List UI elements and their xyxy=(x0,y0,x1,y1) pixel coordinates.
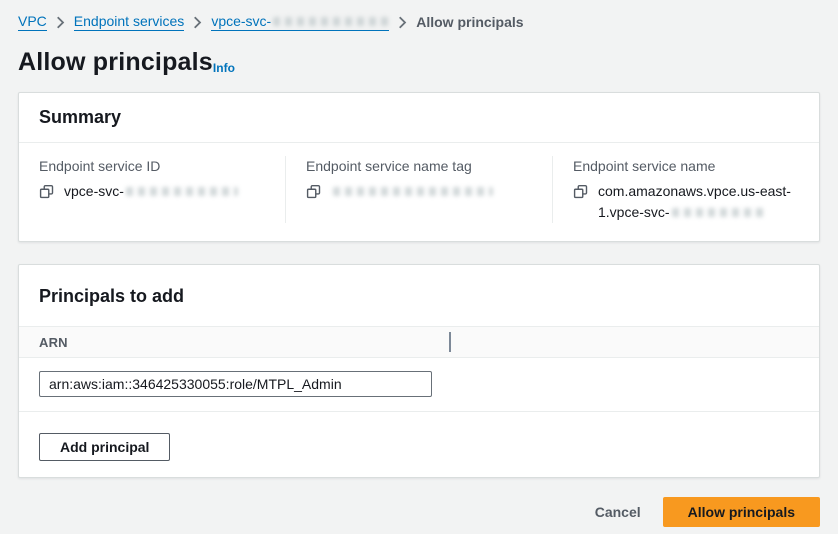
breadcrumb-vpc-link[interactable]: VPC xyxy=(18,13,47,31)
field-label: Endpoint service name tag xyxy=(306,156,532,176)
endpoint-service-name-tag-value xyxy=(331,181,493,202)
redacted-text xyxy=(126,187,238,196)
redacted-text xyxy=(333,187,493,196)
field-label: Endpoint service ID xyxy=(39,156,265,176)
summary-card-header: Summary xyxy=(19,93,819,143)
summary-field-endpoint-service-name-tag: Endpoint service name tag xyxy=(285,156,552,223)
allow-principals-page: VPC Endpoint services vpce-svc- Allow pr… xyxy=(0,0,838,527)
principals-to-add-card: Principals to add ARN Add principal xyxy=(18,264,820,478)
summary-title: Summary xyxy=(39,107,799,128)
principals-title: Principals to add xyxy=(39,286,799,307)
chevron-right-icon xyxy=(56,16,65,29)
endpoint-service-name-value: com.amazonaws.vpce.us-east-1.vpce-svc- xyxy=(598,181,799,223)
principals-card-footer: Add principal xyxy=(19,411,819,477)
endpoint-service-id-value: vpce-svc- xyxy=(64,181,238,202)
form-actions: Cancel Allow principals xyxy=(18,497,820,527)
chevron-right-icon xyxy=(398,16,407,29)
breadcrumb: VPC Endpoint services vpce-svc- Allow pr… xyxy=(18,13,820,31)
field-label: Endpoint service name xyxy=(573,156,799,176)
summary-field-endpoint-service-id: Endpoint service ID vpce-svc- xyxy=(19,156,285,223)
copy-icon[interactable] xyxy=(573,184,588,223)
breadcrumb-current-page: Allow principals xyxy=(416,14,523,30)
summary-card: Summary Endpoint service ID vpce-svc- En… xyxy=(18,92,820,242)
breadcrumb-service-id-prefix: vpce-svc- xyxy=(211,13,271,30)
arn-input-row xyxy=(19,358,819,411)
copy-icon[interactable] xyxy=(306,184,321,202)
field-value: com.amazonaws.vpce.us-east-1.vpce-svc- xyxy=(573,181,799,223)
column-resize-handle[interactable] xyxy=(449,332,451,352)
page-title: Allow principals xyxy=(18,48,213,76)
redacted-text xyxy=(273,17,389,26)
redacted-text xyxy=(672,208,768,217)
field-value xyxy=(306,181,532,202)
summary-body: Endpoint service ID vpce-svc- Endpoint s… xyxy=(19,143,819,241)
copy-icon[interactable] xyxy=(39,184,54,202)
field-value: vpce-svc- xyxy=(39,181,265,202)
arn-input[interactable] xyxy=(39,371,432,397)
info-link[interactable]: Info xyxy=(213,60,235,76)
value-prefix: vpce-svc- xyxy=(64,183,124,199)
breadcrumb-service-id-link[interactable]: vpce-svc- xyxy=(211,13,389,31)
principals-card-header: Principals to add xyxy=(19,265,819,327)
arn-column-header: ARN xyxy=(39,335,68,350)
cancel-button[interactable]: Cancel xyxy=(595,499,641,525)
allow-principals-button[interactable]: Allow principals xyxy=(663,497,820,527)
chevron-right-icon xyxy=(193,16,202,29)
arn-table-header-row: ARN xyxy=(19,327,819,358)
page-title-row: Allow principals Info xyxy=(18,48,820,76)
add-principal-button[interactable]: Add principal xyxy=(39,433,170,461)
summary-field-endpoint-service-name: Endpoint service name com.amazonaws.vpce… xyxy=(552,156,819,223)
breadcrumb-endpoint-services-link[interactable]: Endpoint services xyxy=(74,13,185,31)
